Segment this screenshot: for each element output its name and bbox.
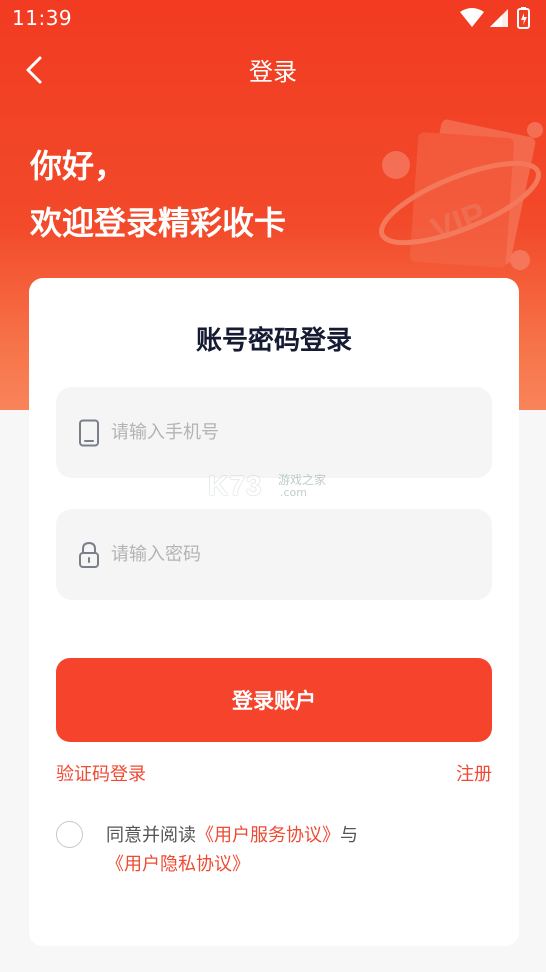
watermark: K73 游戏之家 .com xyxy=(208,468,338,504)
wifi-icon xyxy=(460,8,484,27)
card-title: 账号密码登录 xyxy=(195,326,352,356)
service-agreement-link[interactable]: 《用户服务协议》 xyxy=(196,825,340,846)
status-icons xyxy=(458,6,538,30)
watermark-logo: K73 xyxy=(208,470,263,501)
battery-icon xyxy=(517,7,530,29)
page-title: 登录 xyxy=(249,58,297,86)
register-link[interactable]: 注册 xyxy=(456,760,492,786)
login-button[interactable]: 登录账户 xyxy=(56,658,492,742)
signal-icon xyxy=(490,9,508,27)
lock-icon xyxy=(74,540,104,570)
status-bar: 11:39 xyxy=(0,0,546,38)
agreement-text: 同意并阅读《用户服务协议》与《用户隐私协议》 xyxy=(106,821,496,879)
password-field[interactable] xyxy=(56,509,492,600)
login-card: 账号密码登录 登录账户 验证码登录 注册 同意并阅读《用户服务协议》与《用户隐私… xyxy=(29,278,519,946)
status-time: 11:39 xyxy=(12,6,73,30)
vip-card-decoration: VIP xyxy=(379,119,543,270)
nav-bar: 登录 xyxy=(0,38,546,102)
phone-input[interactable] xyxy=(111,412,492,453)
agreement-connector: 与 xyxy=(340,825,358,846)
agreement-checkbox[interactable] xyxy=(56,821,83,848)
privacy-agreement-link[interactable]: 《用户隐私协议》 xyxy=(106,854,250,875)
watermark-line-2: .com xyxy=(280,486,307,499)
phone-field[interactable] xyxy=(56,387,492,478)
phone-icon xyxy=(74,418,104,448)
greeting-line-2: 欢迎登录精彩收卡 xyxy=(30,204,287,242)
agreement-prefix: 同意并阅读 xyxy=(106,825,196,846)
code-login-link[interactable]: 验证码登录 xyxy=(56,760,146,786)
password-input[interactable] xyxy=(111,534,492,575)
greeting-line-1: 你好， xyxy=(30,147,127,185)
